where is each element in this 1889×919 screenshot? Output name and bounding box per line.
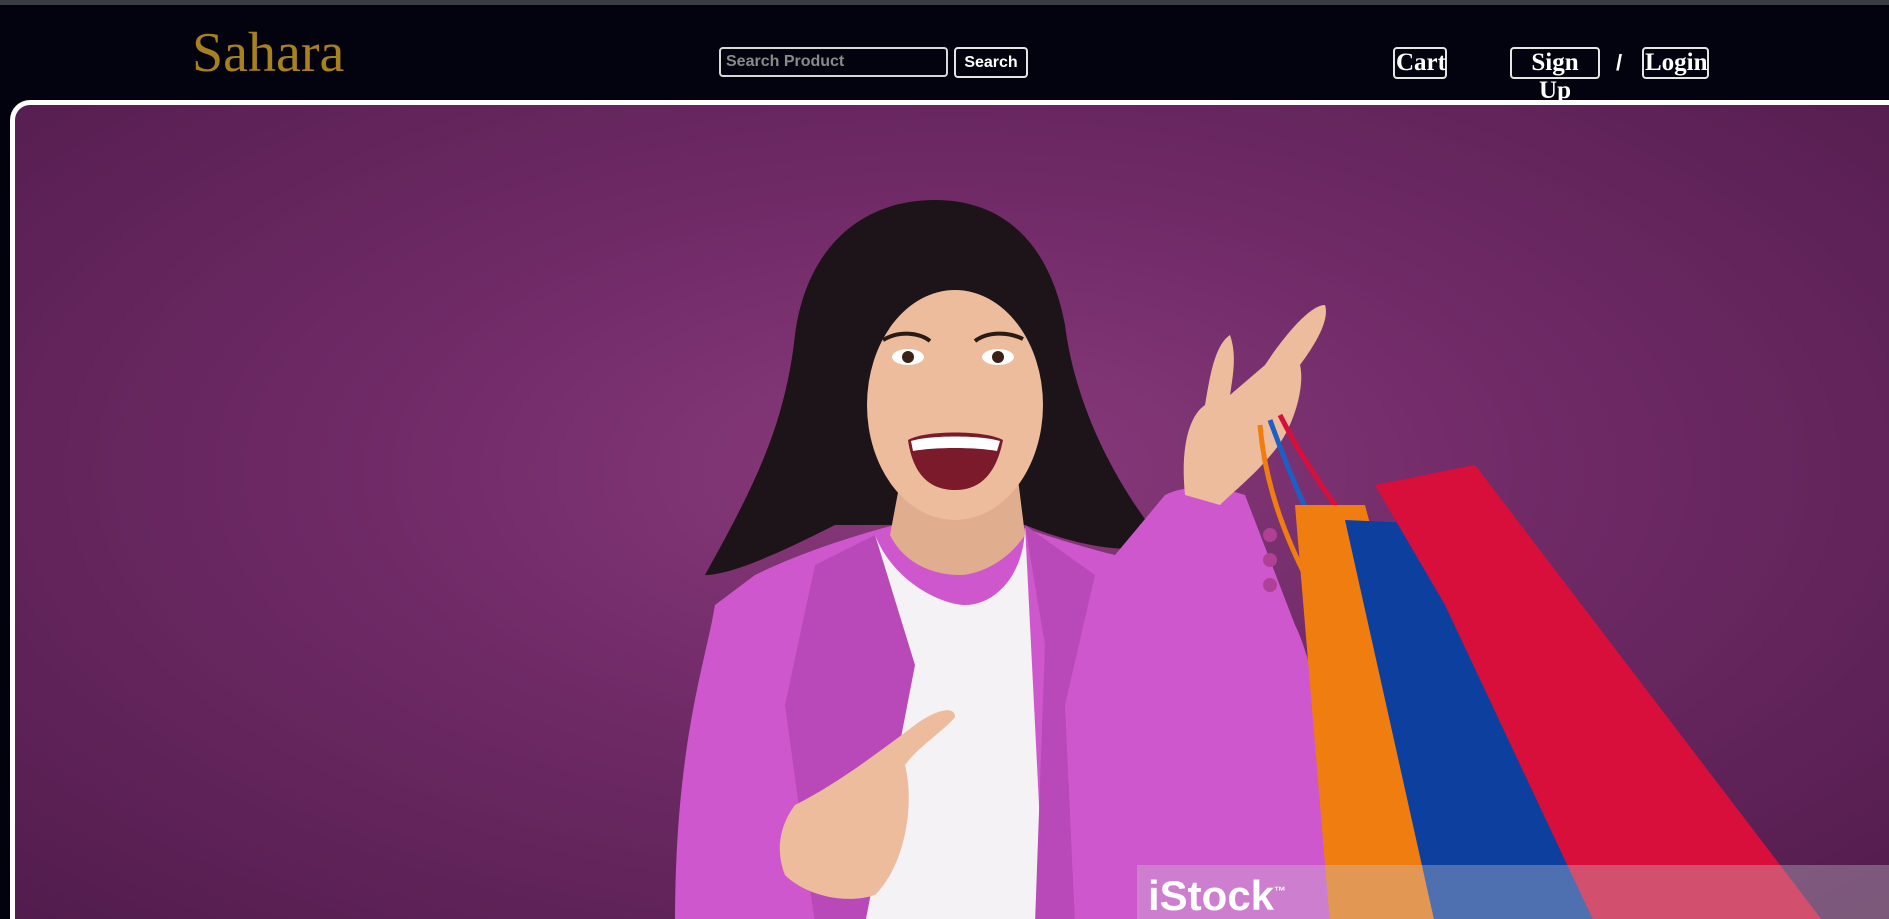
search-button[interactable]: Search — [954, 47, 1028, 78]
watermark-trademark: ™ — [1274, 884, 1287, 898]
watermark-logo: iStock™ — [1148, 875, 1286, 917]
cart-link[interactable]: Cart — [1393, 47, 1447, 79]
hero-photo — [675, 200, 1822, 919]
login-link[interactable]: Login — [1642, 47, 1709, 79]
search-input[interactable] — [719, 47, 948, 77]
hero-banner — [10, 100, 1889, 919]
watermark-text: iStock — [1148, 872, 1275, 919]
navbar: Sahara Search Cart Sign Up / Login — [0, 5, 1889, 104]
auth-separator: / — [1616, 50, 1623, 75]
site-logo[interactable]: Sahara — [192, 25, 344, 81]
signup-link[interactable]: Sign Up — [1510, 47, 1600, 104]
raised-hand — [1183, 305, 1326, 505]
